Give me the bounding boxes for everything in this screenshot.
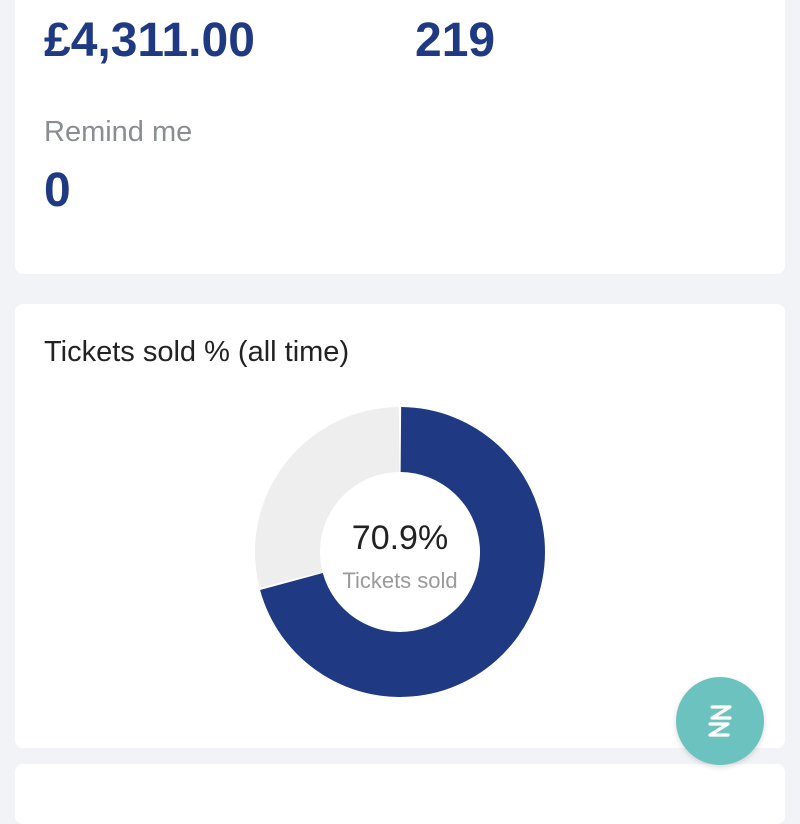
app-logo-button[interactable] bbox=[676, 677, 764, 765]
summary-card: £4,311.00 219 Remind me 0 bbox=[15, 0, 785, 274]
app-logo-icon bbox=[708, 705, 732, 737]
tickets-count-value: 219 bbox=[415, 14, 496, 67]
remind-me-value: 0 bbox=[44, 164, 71, 217]
tickets-sold-donut-chart: 70.9% Tickets sold bbox=[255, 407, 545, 697]
donut-center-label: Tickets sold bbox=[342, 568, 457, 593]
remind-me-label: Remind me bbox=[44, 116, 193, 148]
revenue-value: £4,311.00 bbox=[44, 14, 255, 67]
tickets-sold-card: Tickets sold % (all time) 70.9% Tickets … bbox=[15, 304, 785, 748]
next-card bbox=[15, 764, 785, 824]
donut-center-value: 70.9% bbox=[352, 519, 448, 557]
donut-slice-remaining bbox=[255, 407, 400, 588]
